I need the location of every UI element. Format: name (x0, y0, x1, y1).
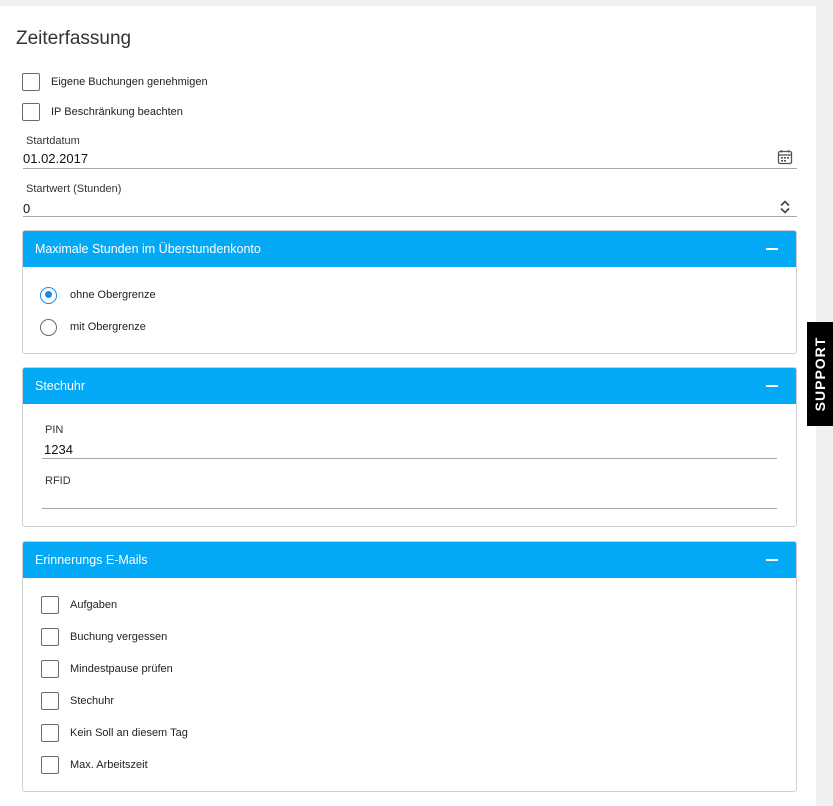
checkbox-label: Kein Soll an diesem Tag (70, 727, 188, 739)
rfid-underline (42, 508, 777, 509)
checkbox-box[interactable] (22, 73, 40, 91)
startdatum-value[interactable]: 01.02.2017 (23, 151, 88, 166)
checkbox-label: Buchung vergessen (70, 631, 168, 643)
checkbox-label: Max. Arbeitszeit (70, 759, 148, 771)
panel-stechuhr: Stechuhr PIN 1234 RFID (22, 367, 797, 527)
checkbox-box[interactable] (22, 103, 40, 121)
panel-ueberstunden: Maximale Stunden im Überstundenkonto ohn… (22, 230, 797, 354)
panel-header: Maximale Stunden im Überstundenkonto (23, 231, 796, 267)
checkbox-label: Eigene Buchungen genehmigen (51, 76, 208, 88)
checkbox-ip-beschraenkung[interactable]: IP Beschränkung beachten (22, 102, 183, 122)
startwert-label: Startwert (Stunden) (26, 183, 122, 195)
radio-button[interactable] (40, 318, 57, 336)
radio-label: ohne Obergrenze (70, 289, 156, 301)
radio-label: mit Obergrenze (70, 321, 146, 333)
collapse-button[interactable] (766, 559, 778, 561)
pin-value[interactable]: 1234 (44, 442, 73, 457)
checkbox-box[interactable] (41, 756, 59, 774)
calendar-icon[interactable] (777, 149, 793, 165)
checkbox-label: Aufgaben (70, 599, 118, 611)
radio-ohne-obergrenze[interactable]: ohne Obergrenze (40, 285, 156, 305)
panel-title: Erinnerungs E-Mails (35, 553, 148, 567)
checkbox-box[interactable] (41, 692, 59, 710)
checkbox-max-arbeitszeit[interactable]: Max. Arbeitszeit (41, 755, 148, 775)
rfid-field[interactable]: RFID (42, 475, 777, 510)
checkbox-label: Stechuhr (70, 695, 115, 707)
pin-field[interactable]: PIN 1234 (42, 424, 777, 459)
startwert-field[interactable]: Startwert (Stunden) 0 (23, 183, 797, 217)
startdatum-label: Startdatum (26, 135, 80, 147)
startwert-underline (23, 216, 797, 217)
panel-header: Stechuhr (23, 368, 796, 404)
checkbox-kein-soll[interactable]: Kein Soll an diesem Tag (41, 723, 188, 743)
checkbox-mindestpause[interactable]: Mindestpause prüfen (41, 659, 173, 679)
spinner-arrows-icon[interactable] (777, 199, 793, 215)
checkbox-label: Mindestpause prüfen (70, 663, 173, 675)
checkbox-box[interactable] (41, 660, 59, 678)
collapse-button[interactable] (766, 248, 778, 250)
checkbox-aufgaben[interactable]: Aufgaben (41, 595, 117, 615)
startdatum-underline (23, 168, 797, 169)
collapse-button[interactable] (766, 385, 778, 387)
checkbox-box[interactable] (41, 628, 59, 646)
radio-mit-obergrenze[interactable]: mit Obergrenze (40, 317, 146, 337)
pin-label: PIN (45, 424, 64, 436)
support-label: SUPPORT (812, 336, 828, 412)
panel-title: Maximale Stunden im Überstundenkonto (35, 242, 261, 256)
checkbox-box[interactable] (41, 596, 59, 614)
checkbox-buchung-vergessen[interactable]: Buchung vergessen (41, 627, 167, 647)
startdatum-field[interactable]: Startdatum 01.02.2017 (23, 135, 797, 169)
checkbox-box[interactable] (41, 724, 59, 742)
page-title: Zeiterfassung (16, 28, 132, 49)
checkbox-label: IP Beschränkung beachten (51, 106, 183, 118)
panel-title: Stechuhr (35, 379, 86, 393)
checkbox-eigene-buchungen[interactable]: Eigene Buchungen genehmigen (22, 72, 208, 92)
support-tab[interactable]: SUPPORT (807, 322, 833, 426)
panel-header: Erinnerungs E-Mails (23, 542, 796, 578)
checkbox-stechuhr[interactable]: Stechuhr (41, 691, 114, 711)
radio-button-selected[interactable] (40, 286, 57, 304)
pin-underline (42, 458, 777, 459)
rfid-label: RFID (45, 475, 71, 487)
panel-erinnerungen: Erinnerungs E-Mails Aufgaben Buchung ver… (22, 541, 797, 792)
startwert-value[interactable]: 0 (23, 201, 30, 216)
